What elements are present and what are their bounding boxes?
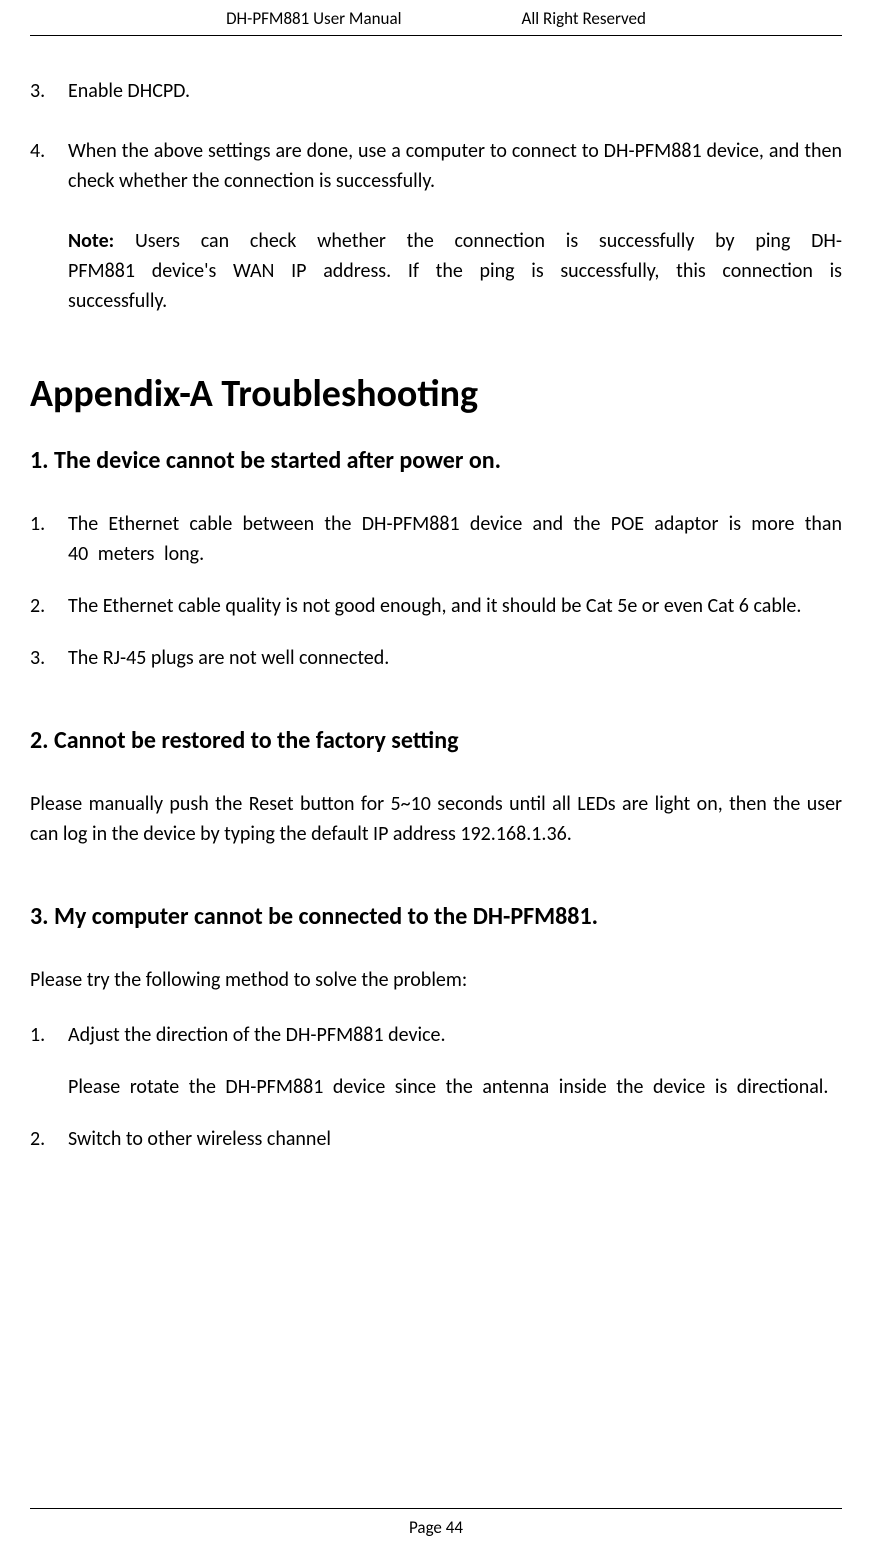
appendix-title: Appendix-A Troubleshooting [30, 366, 842, 423]
section-2: 2. Cannot be restored to the factory set… [30, 723, 842, 849]
list-number: 2. [30, 591, 68, 621]
section-3-item-1: 1. Adjust the direction of the DH-PFM881… [30, 1020, 842, 1050]
page-header: DH-PFM881 User Manual All Right Reserved [30, 0, 842, 36]
header-manual-title: DH-PFM881 User Manual [226, 8, 401, 29]
section-1-item-2: 2. The Ethernet cable quality is not goo… [30, 591, 842, 621]
list-text: Adjust the direction of the DH-PFM881 de… [68, 1020, 842, 1050]
section-2-text: Please manually push the Reset button fo… [30, 789, 842, 849]
list-text: Enable DHCPD. [68, 76, 842, 106]
list-number: 3. [30, 76, 68, 106]
content-area: 3. Enable DHCPD. 4. When the above setti… [30, 36, 842, 1154]
page-number: Page 44 [409, 1517, 463, 1538]
list-number: 4. [30, 136, 68, 196]
intro-list-item-4: 4. When the above settings are done, use… [30, 136, 842, 196]
note-text: Users can check whether the connection i… [68, 229, 842, 313]
section-1-item-1: 1. The Ethernet cable between the DH-PFM… [30, 509, 842, 569]
section-3-heading: 3. My computer cannot be connected to th… [30, 899, 842, 935]
section-2-heading: 2. Cannot be restored to the factory set… [30, 723, 842, 759]
section-3-item-2: 2. Switch to other wireless channel [30, 1124, 842, 1154]
list-text: The Ethernet cable between the DH-PFM881… [68, 509, 842, 569]
intro-list-item-3: 3. Enable DHCPD. [30, 76, 842, 106]
section-1-item-3: 3. The RJ-45 plugs are not well connecte… [30, 643, 842, 673]
list-text: The Ethernet cable quality is not good e… [68, 591, 842, 621]
list-number: 1. [30, 1020, 68, 1050]
page-footer: Page 44 [30, 1508, 842, 1538]
section-3: 3. My computer cannot be connected to th… [30, 899, 842, 1154]
section-1-heading: 1. The device cannot be started after po… [30, 443, 842, 479]
list-text: When the above settings are done, use a … [68, 136, 842, 196]
list-number: 2. [30, 1124, 68, 1154]
list-number: 3. [30, 643, 68, 673]
list-number: 1. [30, 509, 68, 569]
list-text: The RJ-45 plugs are not well connected. [68, 643, 842, 673]
list-text: Switch to other wireless channel [68, 1124, 842, 1154]
header-rights: All Right Reserved [522, 8, 646, 29]
note-label: Note: [68, 229, 114, 253]
section-3-intro: Please try the following method to solve… [30, 965, 842, 995]
note-block: Note: Users can check whether the connec… [68, 226, 842, 316]
section-3-item-1-note: Please rotate the DH-PFM881 device since… [68, 1072, 842, 1102]
